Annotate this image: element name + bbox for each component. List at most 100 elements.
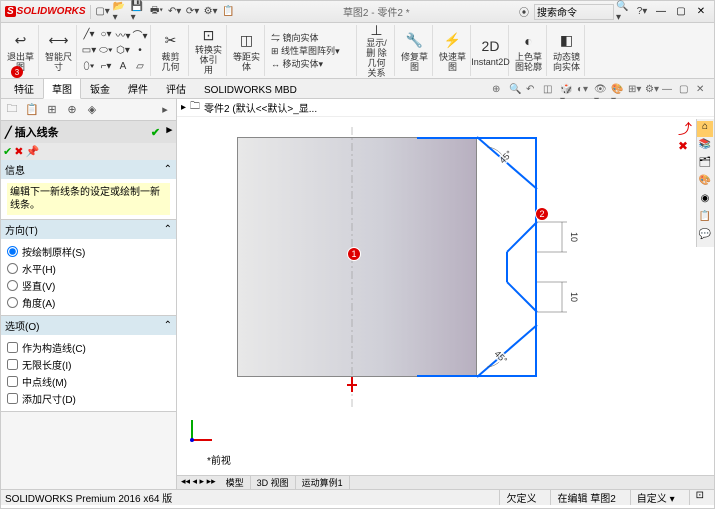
- slot-button[interactable]: ⬭▾: [98, 43, 114, 59]
- line-button[interactable]: ╱▾: [81, 27, 97, 43]
- zoom-area-icon[interactable]: 🔍: [509, 84, 523, 98]
- options-section-head[interactable]: 选项(O)⌃: [1, 316, 176, 335]
- instant2d-button[interactable]: 2D Instant2D: [473, 25, 509, 76]
- custom-props-tab[interactable]: 📋: [697, 211, 713, 227]
- viewport-close-icon[interactable]: ✕: [696, 84, 710, 98]
- direction-section-head[interactable]: 方向(T)⌃: [1, 220, 176, 239]
- tab-scroll-left[interactable]: ◂◂ ◂ ▸ ▸▸: [177, 476, 220, 489]
- mirror-button[interactable]: ⇋ 镜向实体: [271, 31, 319, 44]
- open-button[interactable]: 📂▾: [113, 4, 129, 20]
- repair-sketch-button[interactable]: 🔧 修复草 图: [397, 25, 433, 76]
- canvas[interactable]: 软件自学网: [177, 117, 714, 475]
- chevron-right-icon[interactable]: ▸: [166, 123, 172, 141]
- tab-feature[interactable]: 特征: [5, 78, 43, 98]
- confirm-exit-icon[interactable]: ⤴: [678, 121, 692, 137]
- circle-button[interactable]: ○▾: [98, 27, 114, 43]
- tab-sheetmetal[interactable]: 钣金: [81, 78, 119, 98]
- explorer-tab[interactable]: 🗂: [697, 157, 713, 173]
- design-lib-tab[interactable]: 📚: [697, 139, 713, 155]
- offset-button[interactable]: ◫ 等距实 体: [229, 25, 265, 76]
- radio-as-sketched[interactable]: 按绘制原样(S): [7, 243, 170, 260]
- point-button[interactable]: •: [132, 43, 148, 59]
- viewport-max-icon[interactable]: ▢: [679, 84, 693, 98]
- expand-tree-icon[interactable]: ▸: [181, 102, 186, 113]
- options-button[interactable]: ⚙▾: [203, 4, 219, 20]
- arc-button[interactable]: ⌒▾: [132, 27, 148, 43]
- display-tab[interactable]: ◈: [83, 101, 101, 119]
- prev-view-icon[interactable]: ↶: [526, 84, 540, 98]
- help-button[interactable]: ?▾: [634, 4, 650, 20]
- smart-dimension-button[interactable]: ⟷ 智能尺 寸: [41, 25, 77, 76]
- scene-icon[interactable]: ⊞▾: [628, 84, 642, 98]
- quick-sketch-button[interactable]: ⚡ 快速草 图: [435, 25, 471, 76]
- radio-horizontal[interactable]: 水平(H): [7, 260, 170, 277]
- minimize-button[interactable]: —: [652, 4, 670, 20]
- radio-angle[interactable]: 角度(A): [7, 294, 170, 311]
- new-button[interactable]: ▢▾: [95, 4, 111, 20]
- select-button[interactable]: 📋: [221, 4, 237, 20]
- shaded-sketch-button[interactable]: ◐ 上色草 图轮廓: [511, 25, 547, 76]
- feature-tree-tab[interactable]: 🗀: [3, 101, 21, 119]
- plane-button[interactable]: ▱: [132, 59, 148, 75]
- view-palette-tab[interactable]: 🎨: [697, 175, 713, 191]
- search-icon[interactable]: 🔍▾: [616, 4, 632, 20]
- cancel-button[interactable]: ✖: [14, 145, 23, 158]
- tab-sketch[interactable]: 草图: [43, 78, 81, 99]
- tab-mbd[interactable]: SOLIDWORKS MBD: [195, 82, 306, 98]
- check-add-dim[interactable]: 添加尺寸(D): [7, 390, 170, 407]
- view-settings-icon[interactable]: ⚙▾: [645, 84, 659, 98]
- check-midpoint[interactable]: 中点线(M): [7, 373, 170, 390]
- tab-evaluate[interactable]: 评估: [157, 78, 195, 98]
- forum-tab[interactable]: 💬: [697, 229, 713, 245]
- dynamic-mirror-button[interactable]: ◧ 动态镜 向实体: [549, 25, 585, 76]
- trim-button[interactable]: ✂ 裁剪 几何: [153, 25, 189, 76]
- view-triad[interactable]: [187, 415, 217, 445]
- restore-button[interactable]: ▢: [672, 4, 690, 20]
- search-type-button[interactable]: ⦿: [516, 4, 532, 20]
- move-button[interactable]: ↔ 移动实体▾: [271, 57, 323, 70]
- status-toggle-icon[interactable]: ⊡: [689, 490, 710, 505]
- linear-pattern-button[interactable]: ⊞ 线性草图阵列▾: [271, 44, 340, 57]
- resources-tab[interactable]: ⌂: [697, 121, 713, 137]
- rebuild-button[interactable]: ⟳▾: [185, 4, 201, 20]
- display-relations-button[interactable]: ⊥ 显示/删 除几何 关系: [359, 25, 395, 76]
- property-tab[interactable]: 📋: [23, 101, 41, 119]
- tab-weldment[interactable]: 焊件: [119, 78, 157, 98]
- close-button[interactable]: ✕: [692, 4, 710, 20]
- view-orient-icon[interactable]: 🎲▾: [560, 84, 574, 98]
- zoom-fit-icon[interactable]: ⊕: [492, 84, 506, 98]
- text-button[interactable]: A: [115, 59, 131, 75]
- save-button[interactable]: 💾▾: [131, 4, 147, 20]
- dim-10-bottom[interactable]: 10: [567, 292, 581, 302]
- check-infinite[interactable]: 无限长度(I): [7, 356, 170, 373]
- section-view-icon[interactable]: ◫: [543, 84, 557, 98]
- display-style-icon[interactable]: ◐▾: [577, 84, 591, 98]
- appearance-tab[interactable]: ◉: [697, 193, 713, 209]
- dimxpert-tab[interactable]: ⊕: [63, 101, 81, 119]
- search-input[interactable]: 搜索命令: [534, 4, 614, 20]
- tab-model[interactable]: 模型: [220, 476, 251, 489]
- print-button[interactable]: 🖶▾: [149, 4, 165, 20]
- check-construction[interactable]: 作为构造线(C): [7, 339, 170, 356]
- tab-3dview[interactable]: 3D 视图: [251, 476, 296, 489]
- part-name[interactable]: 零件2 (默认<<默认>_显...: [204, 100, 317, 115]
- unit-system-button[interactable]: 自定义 ▾: [630, 490, 681, 505]
- hide-show-icon[interactable]: 👁▾: [594, 84, 608, 98]
- fillet-button[interactable]: ⌐▾: [98, 59, 114, 75]
- polygon-button[interactable]: ⬡▾: [115, 43, 131, 59]
- appearance-icon[interactable]: 🎨▾: [611, 84, 625, 98]
- panel-expand-icon[interactable]: ▸: [156, 101, 174, 119]
- dim-10-top[interactable]: 10: [567, 232, 581, 242]
- ok-button[interactable]: ✔: [146, 123, 164, 141]
- graphics-viewport[interactable]: ▸ 🗀 零件2 (默认<<默认>_显... 软件自学网: [177, 99, 714, 489]
- rect-button[interactable]: ▭▾: [81, 43, 97, 59]
- undo-button[interactable]: ↶▾: [167, 4, 183, 20]
- viewport-min-icon[interactable]: —: [662, 84, 676, 98]
- confirm-button[interactable]: ✔: [3, 145, 12, 158]
- spline-button[interactable]: 〰▾: [115, 27, 131, 43]
- radio-vertical[interactable]: 竖直(V): [7, 277, 170, 294]
- ellipse-button[interactable]: ⬯▾: [81, 59, 97, 75]
- confirm-cancel-icon[interactable]: ✖: [678, 139, 688, 153]
- convert-button[interactable]: ⊡ 转换实 体引 用: [191, 25, 227, 76]
- exit-sketch-button[interactable]: ↩ 退出草 图 3: [3, 25, 39, 76]
